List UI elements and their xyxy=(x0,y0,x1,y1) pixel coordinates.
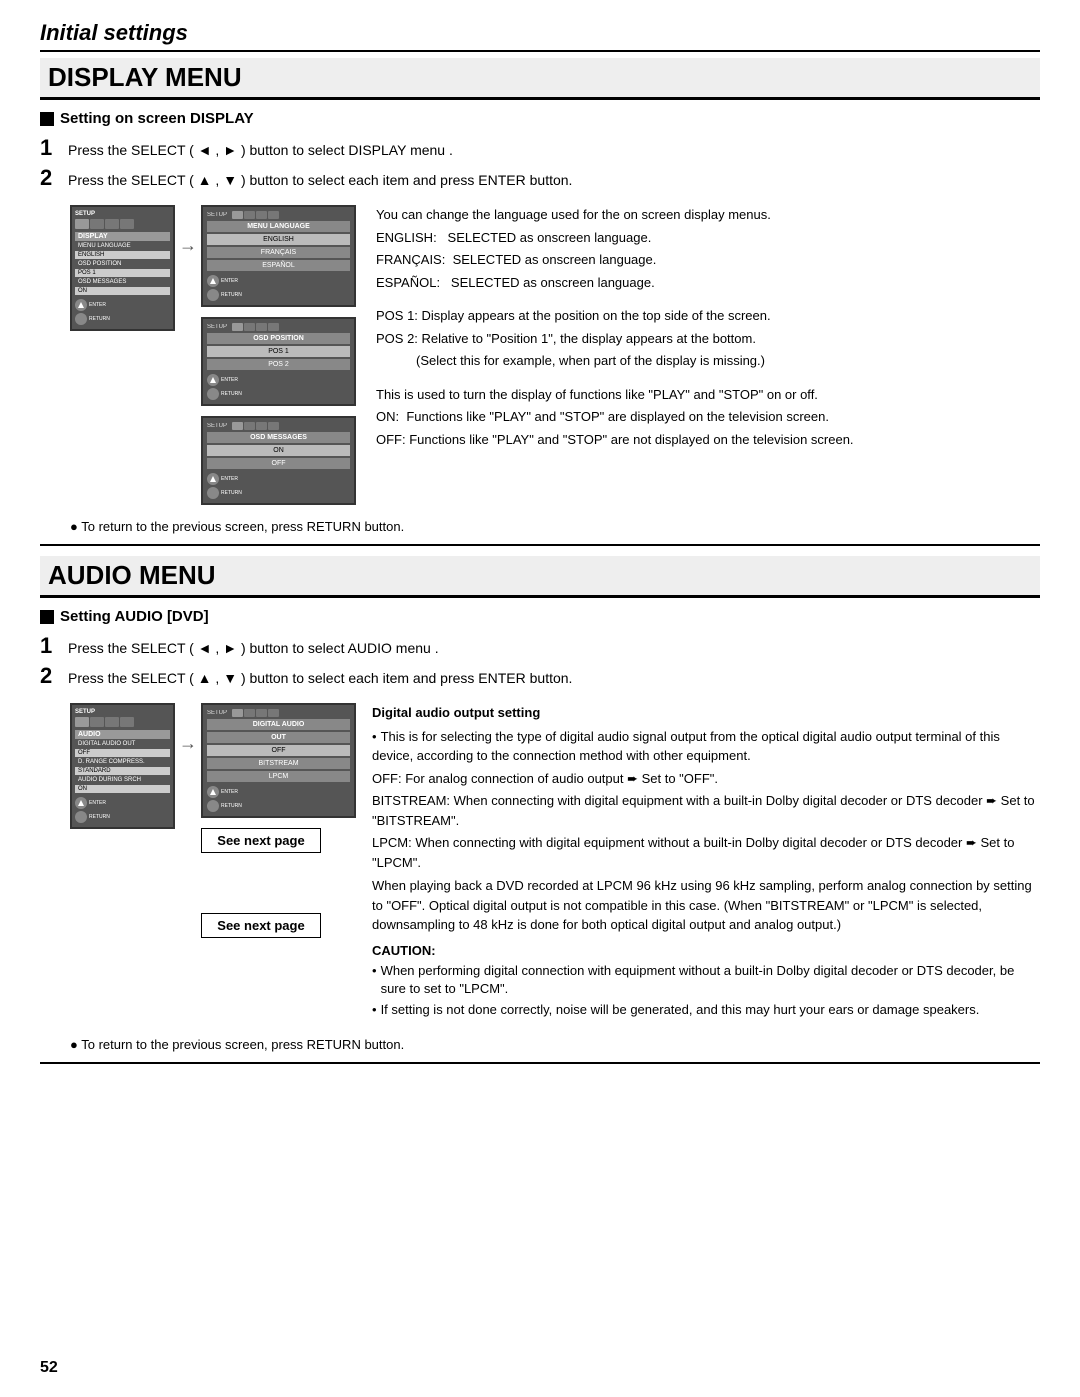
osd-messages-desc: This is used to turn the display of func… xyxy=(376,385,1040,450)
digital-audio-title: Digital audio output setting xyxy=(372,703,1040,723)
display-screens-area: SETUP DISPLAY MENU LANGUAGE ENGLISH OSD … xyxy=(70,205,356,505)
display-step1: 1 Press the SELECT ( ◄ , ► ) button to s… xyxy=(40,137,1040,161)
page-number: 52 xyxy=(40,1359,58,1377)
display-menu-section: DISPLAY MENU Setting on screen DISPLAY 1… xyxy=(40,58,1040,534)
arrow-right-audio: → xyxy=(179,703,197,754)
initial-settings-title: Initial settings xyxy=(40,20,1040,52)
display-content-block: SETUP DISPLAY MENU LANGUAGE ENGLISH OSD … xyxy=(70,205,1040,505)
audio-left-small-screen: SETUP AUDIO DIGITAL AUDIO OUT OFF D. RAN… xyxy=(70,703,175,829)
display-right-screens: SETUP MENU LANGUAGE ENGLISH FRANÇAIS ESP… xyxy=(201,205,356,505)
osd-position-desc: POS 1: Display appears at the position o… xyxy=(376,306,1040,371)
bottom-divider xyxy=(40,1062,1040,1064)
display-menu-title: DISPLAY MENU xyxy=(40,58,1040,100)
audio-menu-section: AUDIO MENU Setting AUDIO [DVD] 1 Press t… xyxy=(40,556,1040,1052)
section-divider xyxy=(40,544,1040,546)
bullet-square-audio xyxy=(40,610,54,624)
audio-return-note: ● To return to the previous screen, pres… xyxy=(70,1037,1040,1052)
display-screen-menu-language: SETUP MENU LANGUAGE ENGLISH FRANÇAIS ESP… xyxy=(201,205,356,307)
display-return-note: ● To return to the previous screen, pres… xyxy=(70,519,1040,534)
audio-screens-area: SETUP AUDIO DIGITAL AUDIO OUT OFF D. RAN… xyxy=(70,703,356,1023)
display-step2: 2 Press the SELECT ( ▲ , ▼ ) button to s… xyxy=(40,167,1040,191)
audio-descriptions: Digital audio output setting •This is fo… xyxy=(372,703,1040,1023)
bullet-square-display xyxy=(40,112,54,126)
audio-menu-title: AUDIO MENU xyxy=(40,556,1040,598)
display-screen-osd-position: SETUP OSD POSITION POS 1 POS 2 xyxy=(201,317,356,406)
display-left-small-screen: SETUP DISPLAY MENU LANGUAGE ENGLISH OSD … xyxy=(70,205,175,331)
audio-step1: 1 Press the SELECT ( ◄ , ► ) button to s… xyxy=(40,635,1040,659)
menu-language-desc: You can change the language used for the… xyxy=(376,205,1040,292)
audio-subsection-title: Setting AUDIO [DVD] xyxy=(40,608,1040,625)
caution-title: CAUTION: xyxy=(372,941,1040,961)
audio-right-screen: SETUP DIGITAL AUDIO OUT OFF BITSTREAM xyxy=(201,703,356,942)
see-next-page-1: See next page xyxy=(201,828,356,853)
display-screen-osd-messages: SETUP OSD MESSAGES ON OFF xyxy=(201,416,356,505)
audio-step2: 2 Press the SELECT ( ▲ , ▼ ) button to s… xyxy=(40,665,1040,689)
audio-content-block: SETUP AUDIO DIGITAL AUDIO OUT OFF D. RAN… xyxy=(70,703,1040,1023)
arrow-right-display: → xyxy=(179,205,197,256)
display-descriptions: You can change the language used for the… xyxy=(376,205,1040,505)
audio-screens-with-arrows: SETUP AUDIO DIGITAL AUDIO OUT OFF D. RAN… xyxy=(70,703,356,942)
display-subsection-title: Setting on screen DISPLAY xyxy=(40,110,1040,127)
see-next-page-2: See next page xyxy=(201,913,356,938)
